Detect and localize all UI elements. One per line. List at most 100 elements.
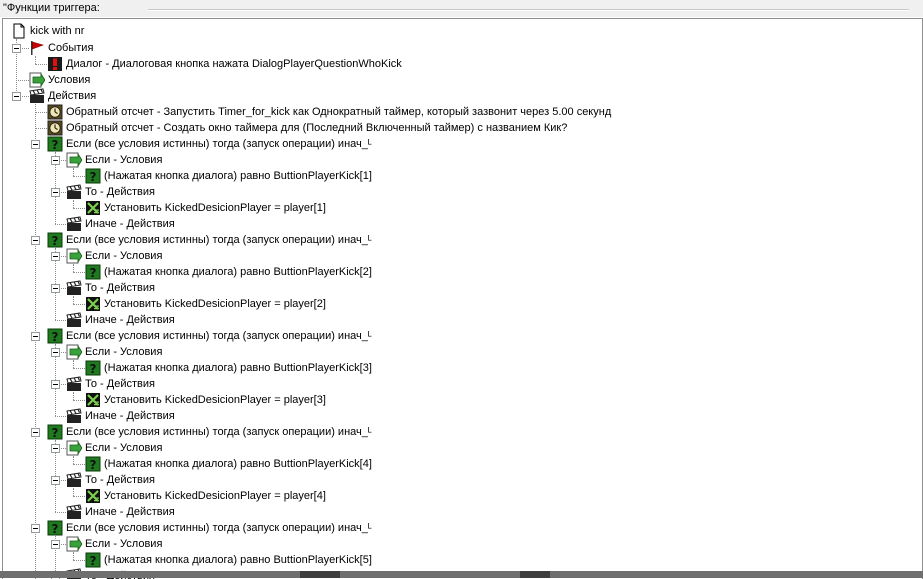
tree-if-block-5-label: Если (все условия истинны) тогда (запуск… xyxy=(66,522,372,534)
tree-if-2-then-label: То - Действия xyxy=(85,282,155,294)
if-4-then-toggle[interactable] xyxy=(51,476,60,485)
clapperboard-icon xyxy=(66,312,82,328)
condition-arrow-icon xyxy=(66,440,82,456)
tree-connector xyxy=(73,272,85,273)
events-collapse-toggle[interactable] xyxy=(12,44,21,53)
if-3-conditions-toggle[interactable] xyxy=(51,348,60,357)
tree-if-2-then[interactable]: То - Действия xyxy=(66,280,155,296)
tree-if-1-else[interactable]: Иначе - Действия xyxy=(66,216,175,232)
if-block-4-collapse-toggle[interactable] xyxy=(31,428,40,437)
if-1-then-toggle[interactable] xyxy=(51,188,60,197)
question-mark-icon xyxy=(47,328,63,344)
tree-if-2-conditions-label: Если - Условия xyxy=(85,250,163,262)
tree-if-4-else[interactable]: Иначе - Действия xyxy=(66,504,175,520)
tree-connector xyxy=(35,56,36,64)
tree-connector xyxy=(73,552,74,560)
tree-if-5-conditions-label: Если - Условия xyxy=(85,538,163,550)
tree-if-1-then[interactable]: То - Действия xyxy=(66,184,155,200)
tree-connector xyxy=(73,488,74,496)
condition-arrow-icon xyxy=(29,72,45,88)
tree-connector xyxy=(55,224,66,225)
actions-collapse-toggle[interactable] xyxy=(12,92,21,101)
tree-if-4-conditions[interactable]: Если - Условия xyxy=(66,440,162,456)
tree-actions[interactable]: Действия xyxy=(29,88,96,104)
tree-if-3-then[interactable]: То - Действия xyxy=(66,376,155,392)
tree-events[interactable]: События xyxy=(29,40,93,56)
tree-action-timer-window[interactable]: Обратный отсчет - Создать окно таймера д… xyxy=(47,120,567,136)
if-3-then-toggle[interactable] xyxy=(51,380,60,389)
tree-if-3-conditions[interactable]: Если - Условия xyxy=(66,344,162,360)
tree-actions-label: Действия xyxy=(48,90,97,102)
tree-if-2-else-label: Иначе - Действия xyxy=(85,314,175,326)
if-2-conditions-toggle[interactable] xyxy=(51,252,60,261)
if-2-then-toggle[interactable] xyxy=(51,284,60,293)
taskbar-segment xyxy=(520,571,550,578)
tree-connector xyxy=(73,400,85,401)
tree-if-block-2-label: Если (все условия истинны) тогда (запуск… xyxy=(66,234,372,246)
tree-root[interactable]: kick with nr xyxy=(11,23,84,39)
tree-connector xyxy=(73,208,85,209)
tree-connector xyxy=(35,112,47,113)
clapperboard-icon xyxy=(66,408,82,424)
tree-if-3-else[interactable]: Иначе - Действия xyxy=(66,408,175,424)
tree-if-1-conditions[interactable]: Если - Условия xyxy=(66,152,162,168)
tree-connector xyxy=(73,360,74,368)
tree-if-1-then-label: То - Действия xyxy=(85,186,155,198)
tree-if-4-condition-item[interactable]: (Нажатая кнопка диалога) равно ButtionPl… xyxy=(85,456,372,472)
if-block-3-collapse-toggle[interactable] xyxy=(31,332,40,341)
question-mark-icon xyxy=(85,456,101,472)
tree-if-block-3-label: Если (все условия истинны) тогда (запуск… xyxy=(66,330,372,342)
tree-action-timer-start[interactable]: Обратный отсчет - Запустить Timer_for_ki… xyxy=(47,104,611,120)
clapperboard-icon xyxy=(66,504,82,520)
tree-connector xyxy=(35,128,47,129)
header-divider-highlight xyxy=(148,10,909,11)
if-block-5-collapse-toggle[interactable] xyxy=(31,524,40,533)
tree-if-2-conditions[interactable]: Если - Условия xyxy=(66,248,162,264)
clapperboard-icon xyxy=(66,216,82,232)
tree-if-1-then-item[interactable]: Установить KickedDesicionPlayer = player… xyxy=(85,200,326,216)
tree-if-2-else[interactable]: Иначе - Действия xyxy=(66,312,175,328)
tree-if-block-5[interactable]: Если (все условия истинны) тогда (запуск… xyxy=(47,520,372,536)
tree-event-item[interactable]: Диалог - Диалоговая кнопка нажата Dialog… xyxy=(47,56,402,72)
panel-header: "Функции триггера: xyxy=(0,0,923,17)
tree-if-5-conditions[interactable]: Если - Условия xyxy=(66,536,162,552)
tree-if-2-then-item[interactable]: Установить KickedDesicionPlayer = player… xyxy=(85,296,326,312)
question-mark-icon xyxy=(85,168,101,184)
if-block-2-collapse-toggle[interactable] xyxy=(31,236,40,245)
tree-if-1-condition-item[interactable]: (Нажатая кнопка диалога) равно ButtionPl… xyxy=(85,168,372,184)
clapperboard-icon xyxy=(66,376,82,392)
tree-if-block-3[interactable]: Если (все условия истинны) тогда (запуск… xyxy=(47,328,372,344)
tree-if-block-4[interactable]: Если (все условия истинны) тогда (запуск… xyxy=(47,424,372,440)
if-1-conditions-toggle[interactable] xyxy=(51,156,60,165)
clapperboard-icon xyxy=(29,88,45,104)
question-mark-icon xyxy=(47,232,63,248)
tree-if-block-4-label: Если (все условия истинны) тогда (запуск… xyxy=(66,426,372,438)
tree-conditions[interactable]: Условия xyxy=(29,72,90,88)
tree-if-4-else-label: Иначе - Действия xyxy=(85,506,175,518)
set-variable-icon xyxy=(85,392,101,408)
tree-connector xyxy=(55,320,66,321)
if-block-1-collapse-toggle[interactable] xyxy=(31,140,40,149)
tree-if-block-2[interactable]: Если (все условия истинны) тогда (запуск… xyxy=(47,232,372,248)
question-mark-icon xyxy=(85,264,101,280)
tree-if-4-then-item[interactable]: Установить KickedDesicionPlayer = player… xyxy=(85,488,326,504)
taskbar-strip xyxy=(0,571,923,578)
question-mark-icon xyxy=(85,552,101,568)
tree-if-block-1[interactable]: Если (все условия истинны) тогда (запуск… xyxy=(47,136,372,152)
tree-if-4-then[interactable]: То - Действия xyxy=(66,472,155,488)
tree-if-3-condition-item[interactable]: (Нажатая кнопка диалога) равно ButtionPl… xyxy=(85,360,372,376)
exclamation-icon xyxy=(47,56,63,72)
if-4-conditions-toggle[interactable] xyxy=(51,444,60,453)
tree-if-3-then-item[interactable]: Установить KickedDesicionPlayer = player… xyxy=(85,392,326,408)
question-mark-icon xyxy=(85,360,101,376)
tree-if-4-then-label: То - Действия xyxy=(85,474,155,486)
if-5-conditions-toggle[interactable] xyxy=(51,540,60,549)
tree-if-2-condition-item-label: (Нажатая кнопка диалога) равно ButtionPl… xyxy=(104,266,372,278)
clock-icon xyxy=(47,104,63,120)
question-mark-icon xyxy=(47,520,63,536)
condition-arrow-icon xyxy=(66,248,82,264)
tree-connector xyxy=(73,264,74,272)
tree-if-5-condition-item[interactable]: (Нажатая кнопка диалога) равно ButtionPl… xyxy=(85,552,372,568)
tree-if-2-condition-item[interactable]: (Нажатая кнопка диалога) равно ButtionPl… xyxy=(85,264,372,280)
trigger-functions-tree[interactable]: kick with nr События Условия Действия Диалог… xyxy=(2,18,923,579)
